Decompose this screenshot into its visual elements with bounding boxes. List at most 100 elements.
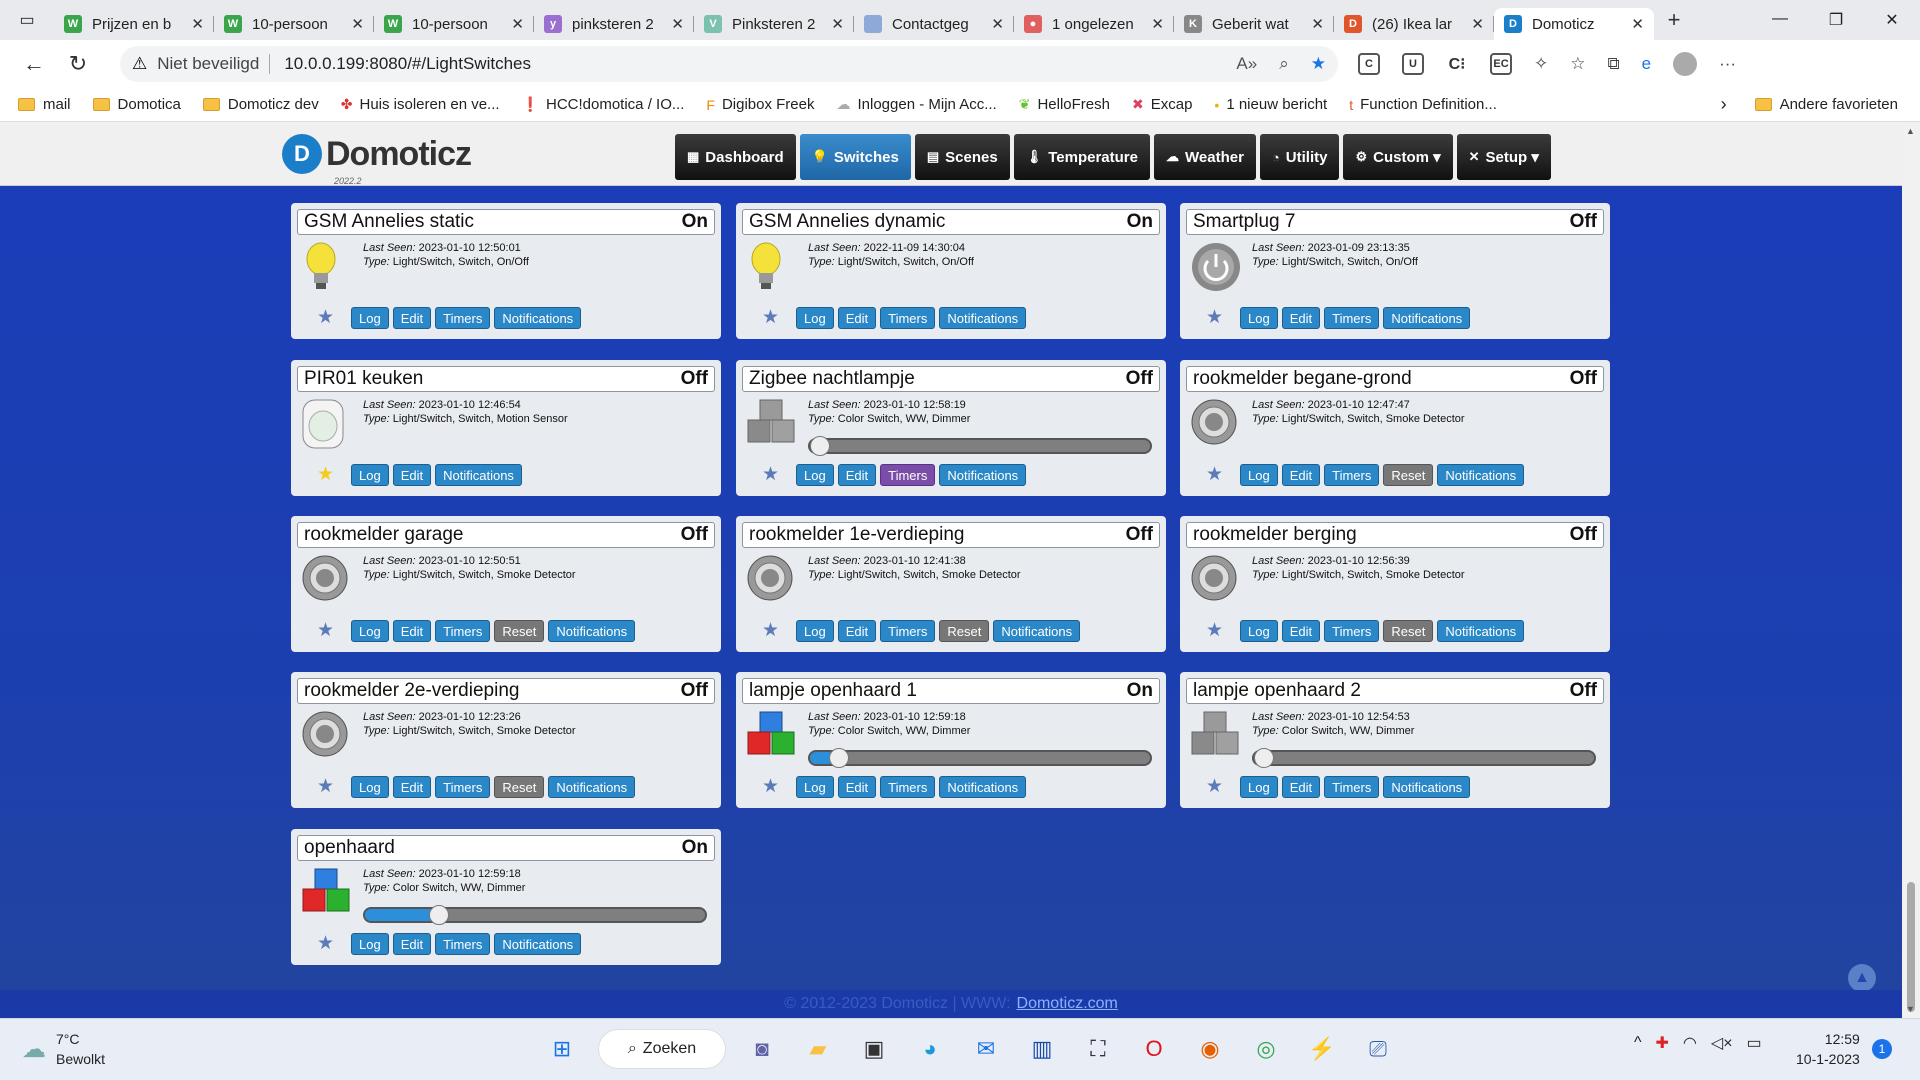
scroll-down-icon[interactable]: ▼ (1906, 1004, 1915, 1014)
wifi-icon[interactable]: ◠ (1683, 1033, 1697, 1053)
slider-handle[interactable] (429, 905, 449, 925)
close-tab-icon[interactable]: ✕ (351, 15, 364, 33)
remote-desktop-icon[interactable]: ⎚ (1358, 1027, 1398, 1071)
mail-icon[interactable]: ✉ (966, 1027, 1006, 1071)
favorite-star-icon[interactable]: ★ (762, 306, 779, 329)
log-button[interactable]: Log (1240, 620, 1278, 642)
url-text[interactable]: 10.0.0.199:8080/#/LightSwitches (284, 54, 531, 74)
smoke-detector-icon[interactable] (301, 710, 351, 762)
tab-1[interactable]: W Prijzen en b ✕ (54, 8, 214, 40)
menu-item-utility[interactable]: ◔ Utility (1259, 134, 1340, 180)
notifications-button[interactable]: Notifications (939, 464, 1027, 486)
reset-button[interactable]: Reset (494, 620, 545, 642)
favorites-icon[interactable]: ☆ (1570, 54, 1585, 74)
store-icon[interactable]: ▣ (854, 1027, 894, 1071)
shortcut-icon[interactable]: ⚡ (1302, 1027, 1342, 1071)
rgb-cubes-on-icon[interactable] (301, 867, 351, 919)
notifications-button[interactable]: Notifications (435, 464, 522, 486)
favorite-star-icon[interactable]: ★ (1206, 775, 1223, 798)
power-off-icon[interactable] (1190, 241, 1240, 293)
dimmer-slider[interactable] (363, 905, 707, 925)
bookmark-item[interactable]: ❦ HelloFresh (1019, 96, 1110, 113)
address-bar[interactable]: ⚠ Niet beveiligd 10.0.0.199:8080/#/Light… (120, 46, 1338, 82)
reset-button[interactable]: Reset (494, 776, 545, 798)
favorite-star-icon[interactable]: ★ (1206, 463, 1223, 486)
notifications-button[interactable]: Notifications (548, 620, 636, 642)
timers-button[interactable]: Timers (880, 464, 936, 486)
other-favorites-link[interactable]: Andere favorieten (1780, 96, 1898, 113)
start-icon[interactable]: ⊞ (542, 1027, 582, 1071)
favorite-star-icon[interactable]: ★ (1206, 619, 1223, 642)
close-tab-icon[interactable]: ✕ (671, 15, 684, 33)
favorite-star-icon[interactable]: ★ (1206, 306, 1223, 329)
dimmer-slider[interactable] (808, 436, 1152, 456)
timers-button[interactable]: Timers (880, 307, 936, 329)
log-button[interactable]: Log (796, 307, 834, 329)
slider-handle[interactable] (1254, 748, 1274, 768)
bookmark-item[interactable]: ✤ Huis isoleren en ve... (341, 96, 500, 113)
extension-c-dots-icon[interactable]: C⁝ (1446, 53, 1468, 75)
scroll-up-icon[interactable]: ▲ (1906, 126, 1915, 136)
battery-icon[interactable]: ▭ (1747, 1033, 1762, 1053)
notifications-button[interactable]: Notifications (548, 776, 636, 798)
edit-button[interactable]: Edit (1281, 464, 1321, 486)
menu-item-temperature[interactable]: 🌡 Temperature (1013, 134, 1150, 180)
close-tab-icon[interactable]: ✕ (991, 15, 1004, 33)
opera-icon[interactable]: O (1134, 1027, 1174, 1071)
timers-button[interactable]: Timers (880, 620, 936, 642)
tab-5[interactable]: V Pinksteren 2 ✕ (694, 8, 854, 40)
notifications-button[interactable]: Notifications (1383, 776, 1471, 798)
smoke-detector-icon[interactable] (1190, 398, 1240, 450)
teams-icon[interactable]: ◙ (742, 1027, 782, 1071)
log-button[interactable]: Log (1240, 307, 1278, 329)
bookmark-item[interactable]: ❗ HCC!domotica / IO... (522, 96, 685, 113)
tab-actions-icon[interactable]: ▭ (0, 0, 54, 40)
rgb-cubes-off-icon[interactable] (746, 398, 796, 450)
reset-button[interactable]: Reset (1383, 620, 1434, 642)
tab-10[interactable]: D Domoticz ✕ (1494, 8, 1654, 40)
bookmark-item[interactable]: t Function Definition... (1349, 96, 1497, 113)
edit-button[interactable]: Edit (392, 620, 432, 642)
edit-button[interactable]: Edit (392, 933, 432, 955)
bookmark-item[interactable]: ☁ Inloggen - Mijn Acc... (836, 96, 996, 113)
log-button[interactable]: Log (796, 776, 834, 798)
notification-badge[interactable]: 1 (1872, 1039, 1892, 1059)
menu-item-weather[interactable]: ☁ Weather (1154, 134, 1256, 180)
tray-app-icon[interactable]: ✚ (1656, 1033, 1669, 1053)
tab-7[interactable]: ● 1 ongelezen ✕ (1014, 8, 1174, 40)
tab-6[interactable]: Contactgeg ✕ (854, 8, 1014, 40)
log-button[interactable]: Log (351, 464, 389, 486)
rgb-cubes-off-icon[interactable] (1190, 710, 1240, 762)
log-button[interactable]: Log (1240, 464, 1278, 486)
notifications-button[interactable]: Notifications (993, 620, 1081, 642)
log-button[interactable]: Log (351, 933, 389, 955)
volume-muted-icon[interactable]: ◁× (1711, 1033, 1733, 1053)
extension-ec-icon[interactable]: EC (1490, 53, 1512, 75)
bookmark-item[interactable]: Domotica (92, 96, 181, 113)
favorite-star-icon[interactable]: ★ (317, 619, 334, 642)
chevron-up-icon[interactable]: ^ (1634, 1034, 1642, 1052)
tool-icon[interactable]: ▥ (1022, 1027, 1062, 1071)
extension-c-icon[interactable]: C (1358, 53, 1380, 75)
edit-button[interactable]: Edit (837, 307, 877, 329)
scroll-to-top-button[interactable]: ▲ (1848, 964, 1876, 992)
timers-button[interactable]: Timers (435, 307, 491, 329)
read-aloud-icon[interactable]: A» (1236, 54, 1257, 74)
bookmark-item[interactable]: Domoticz dev (202, 96, 319, 113)
favorite-star-icon[interactable]: ★ (317, 463, 334, 486)
taskbar-search[interactable]: ⌕ Zoeken (598, 1029, 726, 1069)
extensions-puzzle-icon[interactable]: ✧ (1534, 54, 1548, 74)
favorite-star-icon[interactable]: ★ (317, 775, 334, 798)
timers-button[interactable]: Timers (1324, 776, 1380, 798)
weather-widget[interactable]: ☁ 7°C Bewolkt (22, 1029, 105, 1069)
notifications-button[interactable]: Notifications (1383, 307, 1471, 329)
bookmark-item[interactable]: F Digibox Freek (706, 96, 814, 113)
edit-button[interactable]: Edit (837, 464, 877, 486)
edit-button[interactable]: Edit (392, 464, 432, 486)
smoke-detector-icon[interactable] (1190, 554, 1240, 606)
menu-item-scenes[interactable]: ▤ Scenes (914, 134, 1010, 180)
close-tab-icon[interactable]: ✕ (1311, 15, 1324, 33)
close-tab-icon[interactable]: ✕ (191, 15, 204, 33)
bulb-on-icon[interactable] (746, 241, 796, 293)
notifications-button[interactable]: Notifications (939, 776, 1027, 798)
